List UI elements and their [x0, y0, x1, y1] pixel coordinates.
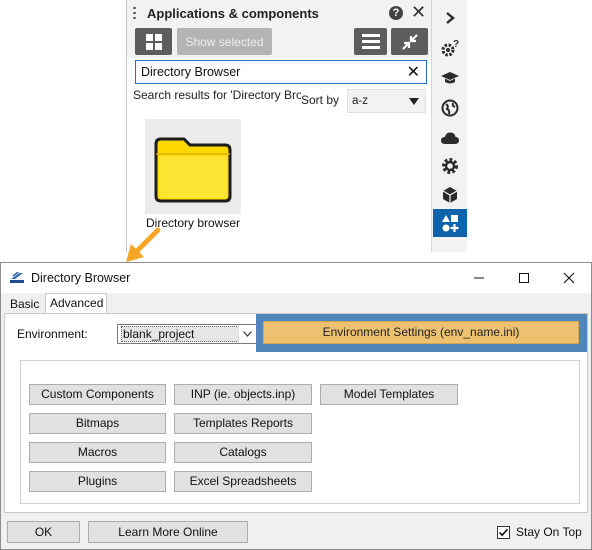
components-group: Custom Components INP (ie. objects.inp) … [20, 360, 580, 504]
folder-icon [154, 137, 232, 203]
list-icon [361, 34, 380, 49]
sort-by-label: Sort by [301, 93, 340, 107]
checkmark-icon [498, 528, 509, 536]
close-icon[interactable]: ✕ [411, 2, 426, 22]
cloud-icon [441, 132, 459, 144]
collapse-button[interactable] [391, 28, 428, 55]
environment-select[interactable]: blank_project [117, 324, 257, 344]
chevron-down-icon [238, 325, 256, 343]
globe-icon [441, 99, 459, 117]
graduation-cap-icon [441, 72, 459, 84]
bitmaps-button[interactable]: Bitmaps [29, 413, 166, 434]
sidebar-settings-button[interactable] [433, 152, 467, 180]
stay-on-top-toggle[interactable]: Stay On Top [497, 525, 582, 539]
sort-select-value: a-z [352, 95, 368, 107]
grid-view-button[interactable] [135, 28, 172, 55]
search-input[interactable] [141, 62, 401, 82]
sidebar-expand-button[interactable] [433, 4, 467, 32]
sidebar-cloud-button[interactable] [433, 124, 467, 152]
window-title: Directory Browser [31, 271, 131, 285]
sidebar-web-button[interactable] [433, 94, 467, 122]
tab-advanced[interactable]: Advanced [45, 293, 107, 314]
applications-main: Applications & components ? ✕ Show selec… [127, 0, 431, 252]
gear-icon [442, 158, 458, 174]
environment-label: Environment: [17, 327, 88, 341]
chevron-right-icon [446, 12, 455, 24]
panel-title: Applications & components [147, 5, 319, 21]
bottom-bar: OK Learn More Online Stay On Top [1, 515, 591, 549]
grid-icon [145, 33, 162, 50]
cube-icon [442, 187, 458, 203]
search-results-text: Search results for 'Directory Browser' [133, 88, 301, 102]
panel-header: Applications & components ? ✕ [127, 0, 431, 26]
templates-reports-button[interactable]: Templates Reports [174, 413, 312, 434]
ok-button[interactable]: OK [7, 521, 80, 543]
list-view-button[interactable] [354, 28, 387, 55]
sidebar-help-settings-button[interactable]: ? [433, 34, 467, 62]
directory-browser-window: Directory Browser Basic Advanced Environ… [0, 262, 592, 550]
drag-handle-icon[interactable] [133, 7, 141, 19]
sidebar-objects-button[interactable] [433, 181, 467, 209]
excel-spreadsheets-button[interactable]: Excel Spreadsheets [174, 471, 312, 492]
close-icon [563, 272, 575, 284]
clear-search-icon[interactable]: ✕ [407, 62, 420, 82]
advanced-tab-panel: Environment: blank_project Environment S… [4, 313, 588, 513]
maximize-icon [519, 273, 529, 283]
minimize-button[interactable] [456, 263, 502, 293]
gear-question-icon: ? [441, 39, 459, 57]
sidebar-apps-components-button[interactable] [433, 209, 467, 237]
sort-select[interactable]: a-z [347, 89, 426, 113]
minimize-icon [474, 277, 484, 279]
sidebar-learning-button[interactable] [433, 64, 467, 92]
collapse-arrows-icon [401, 33, 418, 50]
search-box: ✕ [135, 60, 427, 84]
chevron-down-icon [409, 98, 419, 105]
app-icon [10, 272, 24, 283]
help-icon[interactable]: ? [389, 6, 403, 20]
panel-sidebar: ? [431, 0, 467, 252]
result-tile[interactable]: Directory browser [145, 119, 241, 231]
catalogs-button[interactable]: Catalogs [174, 442, 312, 463]
learn-more-online-button[interactable]: Learn More Online [88, 521, 248, 543]
plugins-button[interactable]: Plugins [29, 471, 166, 492]
custom-components-button[interactable]: Custom Components [29, 384, 166, 405]
inp-button[interactable]: INP (ie. objects.inp) [174, 384, 312, 405]
environment-settings-button[interactable]: Environment Settings (env_name.ini) [263, 321, 579, 344]
panel-toolbar: Show selected [127, 26, 431, 58]
environment-select-value: blank_project [121, 326, 239, 342]
apps-add-icon [442, 215, 459, 232]
applications-panel: Applications & components ? ✕ Show selec… [126, 0, 467, 252]
tab-basic[interactable]: Basic [6, 295, 46, 315]
stay-on-top-label: Stay On Top [516, 525, 582, 539]
show-selected-button[interactable]: Show selected [177, 28, 272, 55]
close-window-button[interactable] [546, 263, 592, 293]
stay-on-top-checkbox[interactable] [497, 525, 510, 539]
svg-text:?: ? [453, 39, 459, 50]
title-bar: Directory Browser [1, 263, 591, 293]
model-templates-button[interactable]: Model Templates [320, 384, 458, 405]
maximize-button[interactable] [501, 263, 547, 293]
macros-button[interactable]: Macros [29, 442, 166, 463]
